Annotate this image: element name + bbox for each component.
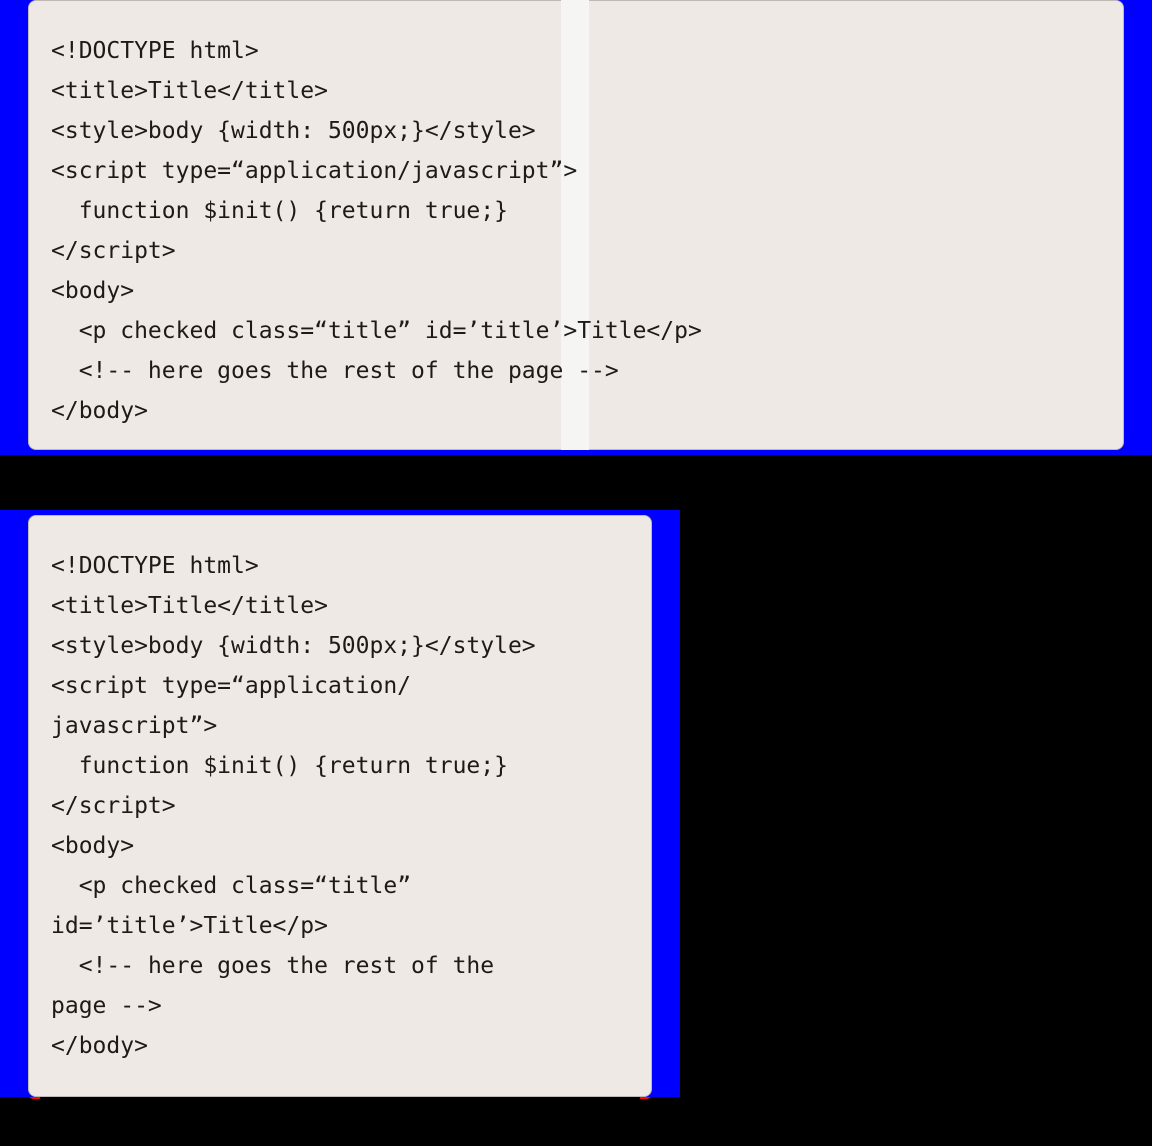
code-line: <style>body {width: 500px;}</style> <box>51 111 1101 151</box>
bottom-section: <!DOCTYPE html> <title>Title</title> <st… <box>0 510 1152 1097</box>
code-line: id=’title’>Title</p> <box>51 906 629 946</box>
code-line: function $init() {return true;} <box>51 746 629 786</box>
code-block-bottom: <!DOCTYPE html> <title>Title</title> <st… <box>28 515 652 1097</box>
code-line: </body> <box>51 391 1101 431</box>
code-line: <!-- here goes the rest of the <box>51 946 629 986</box>
code-box-wrapper-bottom: <!DOCTYPE html> <title>Title</title> <st… <box>28 515 652 1097</box>
code-line: javascript”> <box>51 706 629 746</box>
code-line: <p checked class=“title” <box>51 866 629 906</box>
code-line: <title>Title</title> <box>51 71 1101 111</box>
code-line: </body> <box>51 1026 629 1066</box>
code-line: <script type=“application/javascript”> <box>51 151 1101 191</box>
code-line: </script> <box>51 786 629 826</box>
code-line: <body> <box>51 271 1101 311</box>
code-line: <!-- here goes the rest of the page --> <box>51 351 1101 391</box>
code-line: page --> <box>51 986 629 1026</box>
bottom-right-black <box>680 510 1152 1097</box>
code-line: <style>body {width: 500px;}</style> <box>51 626 629 666</box>
code-line: function $init() {return true;} <box>51 191 1101 231</box>
code-box-wrapper-top: <!DOCTYPE html> <title>Title</title> <st… <box>28 0 1124 450</box>
code-block-top: <!DOCTYPE html> <title>Title</title> <st… <box>28 0 1124 450</box>
code-line: </script> <box>51 231 1101 271</box>
black-spacer <box>0 455 1152 510</box>
code-line: <body> <box>51 826 629 866</box>
bottom-left: <!DOCTYPE html> <title>Title</title> <st… <box>0 510 680 1097</box>
code-line: <script type=“application/ <box>51 666 629 706</box>
top-section: <!DOCTYPE html> <title>Title</title> <st… <box>0 0 1152 455</box>
code-line: <!DOCTYPE html> <box>51 546 629 586</box>
code-line: <title>Title</title> <box>51 586 629 626</box>
code-line: <p checked class=“title” id=’title’>Titl… <box>51 311 1101 351</box>
code-line: <!DOCTYPE html> <box>51 31 1101 71</box>
